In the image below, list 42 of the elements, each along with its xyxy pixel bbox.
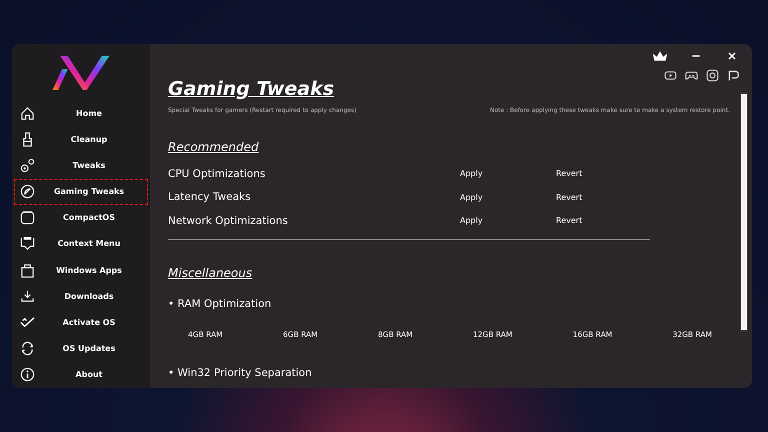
revert-button[interactable]: Revert [556, 192, 652, 202]
sidebar-item[interactable]: Windows Apps [14, 257, 148, 284]
revert-button[interactable]: Revert [556, 169, 652, 178]
apply-button[interactable]: Apply [460, 216, 556, 226]
crown-icon[interactable] [652, 50, 668, 62]
sidebar-item[interactable]: Gaming Tweaks [14, 178, 148, 205]
sidebar-item[interactable]: Cleanup [14, 126, 148, 152]
sidebar-item[interactable]: Activate OS [14, 309, 148, 336]
tweak-label: Network Optimizations [168, 214, 289, 227]
sidebar-item[interactable]: Tweaks [14, 152, 148, 178]
sync-icon [20, 341, 35, 356]
revert-button[interactable]: Revert [556, 216, 652, 226]
bag-icon [20, 262, 35, 278]
gears-icon [20, 158, 35, 173]
info-icon [20, 367, 35, 382]
apply-button[interactable]: Apply [460, 192, 556, 202]
page-title: Gaming Tweaks [168, 78, 336, 100]
p-logo-icon[interactable] [727, 69, 740, 82]
sidebar-item[interactable]: OS Updates [14, 336, 148, 362]
chat-bubble-icon [20, 236, 35, 252]
section-heading: Recommended [168, 140, 259, 154]
scrollbar[interactable] [740, 92, 748, 332]
tweak-label: Latency Tweaks [168, 191, 252, 204]
option-title: • RAM Optimization [168, 298, 272, 310]
house-icon [20, 106, 35, 121]
gamepad-icon[interactable] [685, 69, 698, 82]
option-title: • Win32 Priority Separation [168, 366, 313, 378]
camera-icon[interactable] [706, 69, 719, 82]
box-icon [20, 210, 35, 226]
sidebar-item[interactable]: About [14, 362, 148, 388]
sidebar-item[interactable]: CompactOS [14, 204, 148, 231]
gauge-icon [20, 184, 35, 200]
tweak-label: CPU Optimizations [168, 168, 266, 180]
brush-icon [20, 132, 35, 147]
video-play-icon[interactable] [664, 69, 677, 82]
sidebar-item[interactable]: Home [14, 100, 148, 126]
sidebar-item[interactable]: Context Menu [14, 230, 148, 258]
download-icon [20, 288, 35, 304]
logo-icon [50, 54, 112, 92]
section-heading: Miscellaneous [168, 266, 252, 280]
sidebar-item[interactable]: Downloads [14, 283, 148, 310]
apply-button[interactable]: Apply [460, 169, 556, 178]
